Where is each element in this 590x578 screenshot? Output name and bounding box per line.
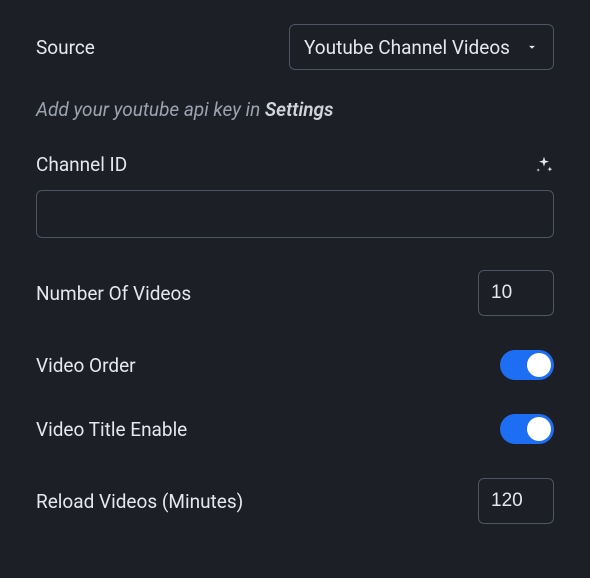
sparkle-icon[interactable] [534, 155, 554, 175]
num-videos-input[interactable] [478, 270, 554, 316]
source-select[interactable]: Youtube Channel Videos [289, 24, 554, 70]
source-select-value: Youtube Channel Videos [304, 36, 517, 59]
reload-label: Reload Videos (Minutes) [36, 490, 243, 513]
num-videos-label: Number Of Videos [36, 282, 191, 305]
api-key-hint: Add your youtube api key in Settings [36, 98, 554, 121]
hint-settings-link[interactable]: Settings [265, 98, 334, 121]
chevron-down-icon [525, 40, 539, 54]
source-label: Source [36, 36, 95, 59]
toggle-knob [527, 353, 551, 377]
reload-input[interactable] [478, 478, 554, 524]
video-order-label: Video Order [36, 354, 136, 377]
toggle-knob [527, 417, 551, 441]
channel-id-label: Channel ID [36, 153, 127, 176]
video-order-toggle[interactable] [500, 350, 554, 380]
channel-id-input[interactable] [36, 190, 554, 238]
video-title-toggle[interactable] [500, 414, 554, 444]
hint-prefix: Add your youtube api key in [36, 98, 265, 121]
video-title-label: Video Title Enable [36, 418, 187, 441]
